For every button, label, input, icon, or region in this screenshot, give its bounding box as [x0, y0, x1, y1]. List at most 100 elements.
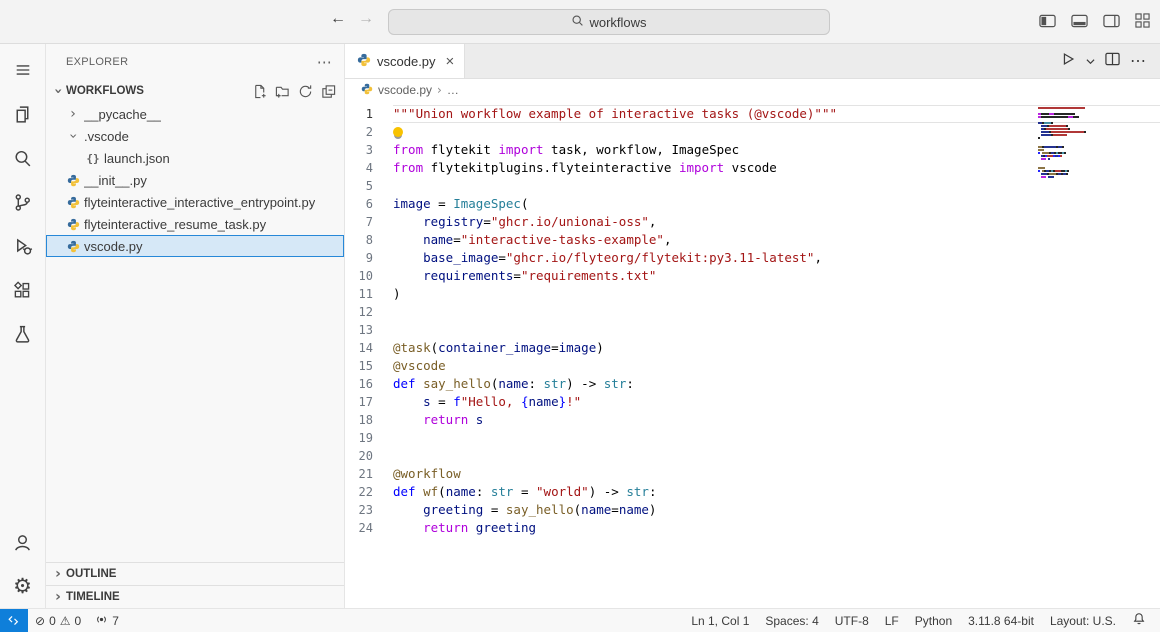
tree-item--pycache-[interactable]: ›__pycache__ — [46, 103, 344, 125]
collapse-all-icon[interactable] — [321, 84, 336, 99]
line-number: 1 — [345, 107, 393, 121]
split-editor-icon[interactable] — [1105, 52, 1120, 71]
python-version[interactable]: 3.11.8 64-bit — [960, 609, 1042, 632]
line-content: return greeting — [393, 519, 1160, 537]
python-icon — [361, 83, 373, 98]
status-bar-right: Ln 1, Col 1Spaces: 4UTF-8LFPython3.11.8 … — [683, 609, 1160, 632]
ports-count: 7 — [112, 614, 119, 628]
command-center-search[interactable]: workflows — [388, 9, 830, 35]
tree-item--vscode[interactable]: ›.vscode — [46, 125, 344, 147]
code-line-19[interactable]: 19 — [345, 429, 1160, 447]
toggle-primary-sidebar-icon[interactable] — [1039, 14, 1056, 28]
outline-section[interactable]: › OUTLINE — [46, 562, 344, 585]
lightbulb-icon[interactable] — [393, 127, 403, 137]
line-content: greeting = say_hello(name=name) — [393, 501, 1160, 519]
chevron-right-icon: › — [64, 106, 82, 122]
line-content: @workflow — [393, 465, 1160, 483]
minimap[interactable] — [1038, 107, 1110, 179]
refresh-icon[interactable] — [298, 84, 313, 99]
code-line-20[interactable]: 20 — [345, 447, 1160, 465]
toggle-panel-icon[interactable] — [1071, 14, 1088, 28]
code-line-24[interactable]: 24 return greeting — [345, 519, 1160, 537]
settings-gear-icon[interactable]: ⚙ — [0, 564, 46, 608]
code-editor[interactable]: 1"""Union workflow example of interactiv… — [345, 101, 1160, 608]
line-content: ) — [393, 285, 1160, 303]
breadcrumb-file[interactable]: vscode.py — [378, 83, 432, 97]
line-number: 8 — [345, 233, 393, 247]
line-content — [393, 321, 1160, 339]
back-button[interactable]: ← — [330, 10, 346, 28]
python-icon — [357, 53, 371, 70]
customize-layout-icon[interactable] — [1135, 13, 1150, 28]
code-line-6[interactable]: 6image = ImageSpec( — [345, 195, 1160, 213]
code-line-9[interactable]: 9 base_image="ghcr.io/flyteorg/flytekit:… — [345, 249, 1160, 267]
extensions-icon[interactable] — [0, 268, 46, 312]
new-folder-icon[interactable] — [275, 84, 290, 99]
run-debug-icon[interactable] — [0, 224, 46, 268]
run-python-file-icon[interactable] — [1060, 51, 1076, 72]
code-line-18[interactable]: 18 return s — [345, 411, 1160, 429]
new-file-icon[interactable] — [252, 84, 267, 99]
problems-indicator[interactable]: ⊘ 0 ⚠ 0 — [28, 609, 88, 632]
tree-item-flyteinteractive-interactive-entrypoint-py[interactable]: flyteinteractive_interactive_entrypoint.… — [46, 191, 344, 213]
search-view-icon[interactable] — [0, 136, 46, 180]
eol[interactable]: LF — [877, 609, 907, 632]
code-line-7[interactable]: 7 registry="ghcr.io/unionai-oss", — [345, 213, 1160, 231]
code-line-5[interactable]: 5 — [345, 177, 1160, 195]
source-control-icon[interactable] — [0, 180, 46, 224]
explorer-sidebar: EXPLORER ⋯ › WORKFLOWS ›__pycache__›.vsc… — [46, 44, 345, 608]
tab-close-icon[interactable]: × — [446, 54, 455, 69]
testing-icon[interactable] — [0, 312, 46, 356]
run-dropdown-chevron-icon[interactable] — [1086, 52, 1095, 70]
line-number: 4 — [345, 161, 393, 175]
code-line-13[interactable]: 13 — [345, 321, 1160, 339]
tree-item-label: flyteinteractive_resume_task.py — [84, 217, 266, 232]
timeline-section[interactable]: › TIMELINE — [46, 585, 344, 608]
editor-more-actions-icon[interactable]: ⋯ — [1130, 51, 1146, 71]
line-number: 20 — [345, 449, 393, 463]
cursor-position[interactable]: Ln 1, Col 1 — [683, 609, 757, 632]
tree-item-flyteinteractive-resume-task-py[interactable]: flyteinteractive_resume_task.py — [46, 213, 344, 235]
line-number: 22 — [345, 485, 393, 499]
remote-indicator[interactable] — [0, 609, 28, 632]
tab-label: vscode.py — [377, 54, 436, 69]
tree-item-launch-json[interactable]: {}launch.json — [46, 147, 344, 169]
bell-icon[interactable] — [1124, 612, 1154, 629]
code-line-23[interactable]: 23 greeting = say_hello(name=name) — [345, 501, 1160, 519]
code-line-21[interactable]: 21@workflow — [345, 465, 1160, 483]
language-mode[interactable]: Python — [907, 609, 960, 632]
indentation[interactable]: Spaces: 4 — [757, 609, 826, 632]
tab-vscode-py[interactable]: vscode.py × — [345, 44, 465, 78]
code-line-14[interactable]: 14@task(container_image=image) — [345, 339, 1160, 357]
line-content: base_image="ghcr.io/flyteorg/flytekit:py… — [393, 249, 1160, 267]
ports-indicator[interactable]: 7 — [88, 609, 126, 632]
code-line-8[interactable]: 8 name="interactive-tasks-example", — [345, 231, 1160, 249]
file-tree: ›__pycache__›.vscode{}launch.json__init_… — [46, 103, 344, 562]
line-number: 12 — [345, 305, 393, 319]
toggle-secondary-sidebar-icon[interactable] — [1103, 14, 1120, 28]
breadcrumb-more[interactable]: … — [447, 83, 459, 97]
line-content: requirements="requirements.txt" — [393, 267, 1160, 285]
code-line-11[interactable]: 11) — [345, 285, 1160, 303]
account-icon[interactable] — [0, 520, 46, 564]
menu-icon[interactable] — [0, 48, 46, 92]
line-number: 16 — [345, 377, 393, 391]
breadcrumb-separator: › — [437, 83, 442, 97]
code-line-16[interactable]: 16def say_hello(name: str) -> str: — [345, 375, 1160, 393]
explorer-more-actions-icon[interactable]: ⋯ — [317, 53, 332, 71]
code-line-15[interactable]: 15@vscode — [345, 357, 1160, 375]
code-line-12[interactable]: 12 — [345, 303, 1160, 321]
encoding[interactable]: UTF-8 — [827, 609, 877, 632]
explorer-icon[interactable] — [0, 92, 46, 136]
tree-item--init-py[interactable]: __init__.py — [46, 169, 344, 191]
code-line-17[interactable]: 17 s = f"Hello, {name}!" — [345, 393, 1160, 411]
forward-button: → — [358, 10, 374, 28]
workspace-section-header[interactable]: › WORKFLOWS — [46, 79, 344, 103]
activity-bar: ⚙ — [0, 44, 46, 608]
code-line-10[interactable]: 10 requirements="requirements.txt" — [345, 267, 1160, 285]
keyboard-layout[interactable]: Layout: U.S. — [1042, 609, 1124, 632]
code-line-22[interactable]: 22def wf(name: str = "world") -> str: — [345, 483, 1160, 501]
python-icon — [64, 174, 82, 187]
tree-item-vscode-py[interactable]: vscode.py — [46, 235, 344, 257]
line-content — [393, 429, 1160, 447]
